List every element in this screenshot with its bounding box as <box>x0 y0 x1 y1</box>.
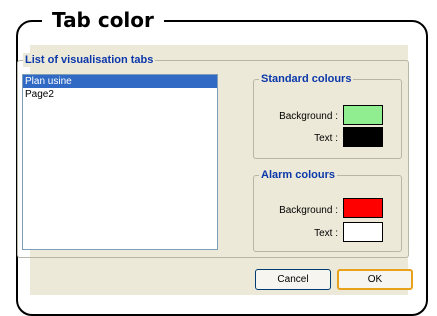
list-item-plan-usine[interactable]: Plan usine <box>23 75 217 88</box>
list-item-page2[interactable]: Page2 <box>23 88 217 101</box>
alarm-background-label: Background : <box>279 205 338 216</box>
standard-background-swatch[interactable] <box>343 105 383 125</box>
alarm-text-swatch[interactable] <box>343 222 383 242</box>
tabs-listbox[interactable]: Plan usine Page2 <box>22 74 218 250</box>
standard-text-label: Text : <box>314 133 338 144</box>
standard-text-swatch[interactable] <box>343 127 383 147</box>
list-group-label: List of visualisation tabs <box>23 53 156 67</box>
ok-button[interactable]: OK <box>337 269 413 290</box>
alarm-text-label: Text : <box>314 228 338 239</box>
standard-colours-label: Standard colours <box>259 72 354 86</box>
standard-background-label: Background : <box>279 111 338 122</box>
cancel-button[interactable]: Cancel <box>255 269 331 290</box>
frame-title: Tab color <box>42 6 164 34</box>
alarm-background-swatch[interactable] <box>343 198 383 218</box>
alarm-colours-label: Alarm colours <box>259 168 337 182</box>
